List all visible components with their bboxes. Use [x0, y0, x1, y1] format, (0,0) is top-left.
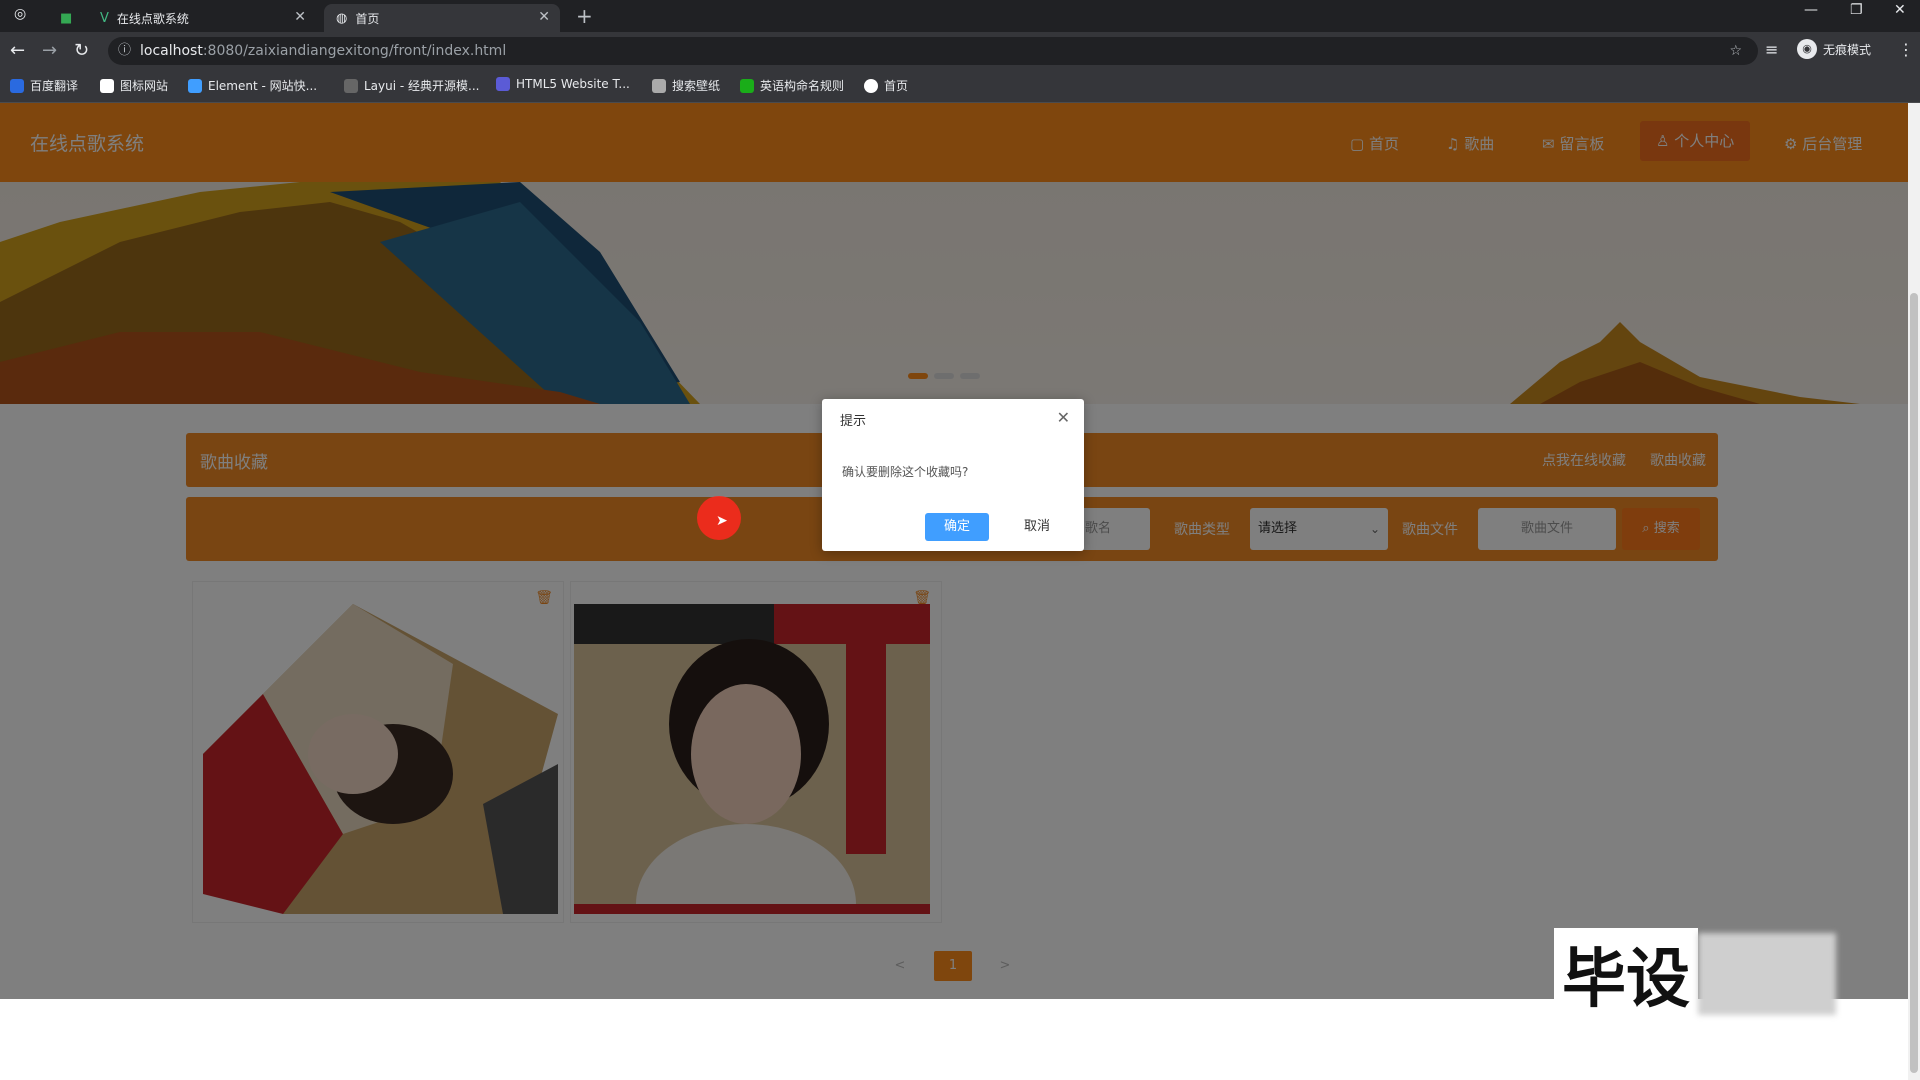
bookmark-label: Layui - 经典开源模...: [364, 79, 480, 93]
bookmark-item[interactable]: 英语构命名规则: [740, 77, 844, 94]
page-scrollbar[interactable]: [1908, 103, 1920, 1080]
url-input[interactable]: ⓘ localhost:8080/zaixiandiangexitong/fro…: [108, 37, 1758, 65]
bookmark-label: HTML5 Website T...: [516, 77, 630, 91]
close-icon[interactable]: ✕: [1057, 408, 1070, 427]
flag-icon: [100, 78, 114, 93]
bookmark-label: 搜索壁纸: [672, 79, 721, 93]
bookmark-label: 英语构命名规则: [760, 79, 845, 93]
bookmark-label: 图标网站: [120, 79, 169, 93]
bookmark-label: 百度翻译: [30, 79, 79, 93]
confirm-dialog: 提示 ✕ 确认要删除这个收藏吗? 确定 取消: [822, 399, 1084, 551]
globe-icon: [864, 78, 878, 93]
close-icon[interactable]: ✕: [294, 9, 306, 25]
watermark-text: 毕设: [1554, 928, 1698, 1020]
bookmark-item[interactable]: 搜索壁纸: [652, 77, 720, 94]
forward-icon[interactable]: →: [42, 40, 57, 61]
bookmark-item[interactable]: 首页: [864, 77, 908, 94]
url-path: :8080/zaixiandiangexitong/front/index.ht…: [202, 43, 507, 59]
incognito-indicator[interactable]: ◉ 无痕模式: [1797, 39, 1871, 59]
translate-icon: [10, 78, 24, 93]
back-icon[interactable]: ←: [10, 40, 25, 61]
bookmark-item[interactable]: 图标网站: [100, 77, 168, 94]
vue-icon: V: [100, 10, 109, 26]
bookmark-item[interactable]: HTML5 Website T...: [496, 77, 630, 91]
watermark: 毕设: [1554, 928, 1836, 1020]
modal-overlay: [0, 103, 1908, 999]
bookmark-label: 首页: [884, 79, 909, 93]
bookmark-item[interactable]: Element - 网站快...: [188, 77, 317, 94]
scrollbar-thumb[interactable]: [1910, 293, 1918, 1073]
close-icon[interactable]: ✕: [538, 9, 550, 25]
new-tab-button[interactable]: +: [576, 4, 593, 28]
confirm-button[interactable]: 确定: [925, 513, 989, 541]
tab-title: 首页: [355, 11, 380, 26]
bookmark-item[interactable]: Layui - 经典开源模...: [344, 77, 479, 94]
dialog-title: 提示: [840, 414, 867, 429]
app-icon: ■: [60, 10, 73, 26]
reload-icon[interactable]: ↻: [74, 40, 89, 61]
bookmarks-bar: 百度翻译 图标网站 Element - 网站快... Layui - 经典开源模…: [0, 70, 1920, 103]
tab-pinned[interactable]: ■: [48, 4, 86, 32]
cursor-arrow-icon: ➤: [716, 513, 728, 529]
layui-icon: [344, 78, 358, 93]
globe-icon: ◍: [336, 10, 348, 26]
browser-icon: ◎: [14, 6, 27, 22]
doc-icon: [740, 78, 754, 93]
cursor-highlight: ➤: [697, 496, 741, 540]
close-window-icon[interactable]: ✕: [1894, 2, 1906, 18]
html5-icon: [496, 77, 510, 91]
element-icon: [188, 78, 202, 93]
cancel-button[interactable]: 取消: [1005, 513, 1069, 541]
tab-title: 在线点歌系统: [116, 11, 189, 26]
bookmark-item[interactable]: 百度翻译: [10, 77, 78, 94]
minimize-icon[interactable]: —: [1804, 2, 1818, 18]
wallpaper-icon: [652, 78, 666, 93]
tab-home[interactable]: ◍ 首页 ✕: [324, 4, 560, 32]
tab-system[interactable]: V 在线点歌系统 ✕: [88, 4, 316, 32]
incognito-label: 无痕模式: [1823, 42, 1872, 57]
reading-list-icon[interactable]: ≡: [1765, 40, 1778, 59]
restore-icon[interactable]: ❐: [1850, 2, 1863, 18]
address-toolbar: ← → ↻ ⓘ localhost:8080/zaixiandiangexito…: [0, 32, 1920, 70]
incognito-icon: ◉: [1797, 39, 1817, 59]
info-icon: ⓘ: [118, 43, 132, 58]
browser-tab-bar: ◎ ■ V 在线点歌系统 ✕ ◍ 首页 ✕ + — ❐ ✕: [0, 0, 1920, 32]
blurred-region: [1698, 933, 1836, 1015]
dialog-message: 确认要删除这个收藏吗?: [842, 465, 969, 479]
menu-icon[interactable]: ⋮: [1898, 40, 1914, 59]
bookmark-label: Element - 网站快...: [208, 79, 318, 93]
url-host: localhost: [140, 43, 203, 59]
bookmark-star-icon[interactable]: ☆: [1729, 37, 1742, 65]
